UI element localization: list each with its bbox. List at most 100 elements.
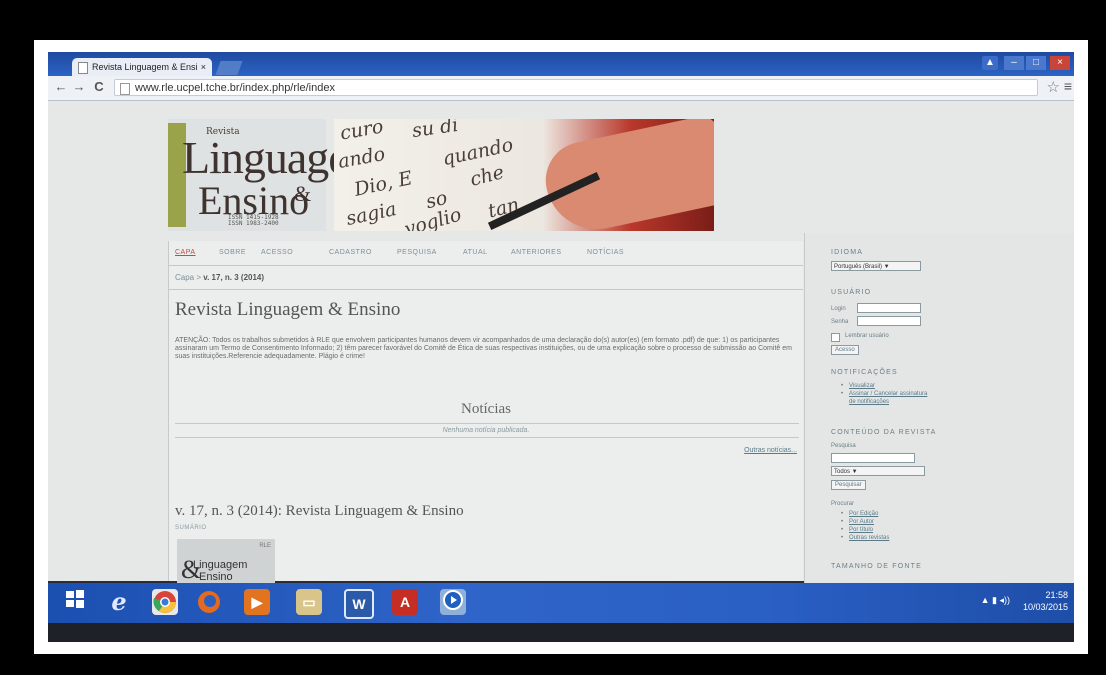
assinar-link-cont[interactable]: de notificações (849, 399, 889, 405)
banner-word: che (467, 161, 507, 191)
nav-acesso[interactable]: ACESSO (261, 249, 293, 256)
firefox-icon[interactable] (196, 589, 222, 615)
nav-atual[interactable]: ATUAL (463, 249, 488, 256)
divider (169, 289, 803, 290)
language-select[interactable]: Português (Brasil) ▼ (831, 261, 921, 271)
main-content: CAPA SOBRE ACESSO CADASTRO PESQUISA ATUA… (168, 241, 803, 584)
notice-text: ATENÇÃO: Todos os trabalhos submetidos à… (175, 337, 792, 360)
font-size-heading: TAMANHO DE FONTE (831, 563, 923, 570)
cover-subtitle: Ensino (199, 571, 233, 583)
reload-icon[interactable]: C (92, 79, 106, 94)
bullet: • (841, 391, 844, 397)
site-header: Revista Linguagem Ensino & ISSN 1415-192… (48, 101, 1074, 233)
hand-image (538, 119, 714, 231)
search-field[interactable] (831, 453, 915, 463)
senha-label: Senha (831, 319, 849, 325)
visualizar-link[interactable]: Visualizar (849, 383, 875, 389)
nav-capa[interactable]: CAPA (175, 249, 196, 256)
divider (175, 423, 799, 424)
conteudo-heading: CONTEÚDO DA REVISTA (831, 429, 937, 436)
close-window-button[interactable]: × (1050, 56, 1070, 70)
logo-ampersand: & (294, 181, 312, 206)
assinar-link[interactable]: Assinar / Cancelar assinatura (849, 391, 927, 397)
file-explorer-icon[interactable]: ▭ (296, 589, 322, 615)
search-scope-select[interactable]: Todos ▼ (831, 466, 925, 476)
word-icon[interactable]: W (344, 589, 374, 619)
news-empty-message: Nenhuma notícia publicada. (442, 427, 530, 434)
pesquisar-button[interactable]: Pesquisar (831, 480, 866, 490)
breadcrumb-separator: > (194, 273, 204, 282)
browser-titlebar: Revista Linguagem & Ensi × ▲ – □ × (48, 52, 1074, 76)
address-bar[interactable]: www.rle.ucpel.tche.br/index.php/rle/inde… (114, 79, 1038, 96)
pesquisa-label: Pesquisa (831, 443, 856, 449)
web-page: Revista Linguagem Ensino & ISSN 1415-192… (48, 101, 1074, 584)
clock-time: 21:58 (1045, 590, 1068, 600)
banner-word: quando (440, 133, 516, 171)
bullet: • (841, 535, 844, 541)
issue-title: v. 17, n. 3 (2014): Revista Linguagem & … (175, 503, 464, 519)
outras-revistas-link[interactable]: Outras revistas (849, 535, 889, 541)
remember-checkbox[interactable] (831, 333, 840, 342)
bookmark-star-icon[interactable]: ☆ (1047, 78, 1060, 96)
media-icon[interactable]: ▶ (244, 589, 270, 615)
por-autor-link[interactable]: Por Autor (849, 519, 874, 525)
internet-explorer-icon[interactable]: e (106, 589, 132, 615)
nav-anteriores[interactable]: ANTERIORES (511, 249, 562, 256)
maximize-button[interactable]: □ (1026, 56, 1046, 70)
nav-sobre[interactable]: SOBRE (219, 249, 246, 256)
breadcrumb-current[interactable]: v. 17, n. 3 (2014) (203, 273, 264, 282)
banner-word: su di (410, 119, 460, 143)
top-nav: CAPA SOBRE ACESSO CADASTRO PESQUISA ATUA… (169, 241, 803, 266)
windows-taskbar: e ▶ ▭ W A ▲ ▮ ◂)) 21:58 10/03/2015 (48, 583, 1074, 623)
taskbar-clock[interactable]: 21:58 10/03/2015 (1023, 589, 1068, 613)
banner-word: curo (338, 119, 385, 145)
bullet: • (841, 527, 844, 533)
more-news-link[interactable]: Outras notícias... (744, 447, 797, 454)
clock-date: 10/03/2015 (1022, 602, 1068, 612)
usuario-heading: USUÁRIO (831, 289, 872, 296)
password-field[interactable] (857, 316, 921, 326)
acrobat-icon[interactable]: A (392, 589, 418, 615)
close-tab-icon[interactable]: × (201, 58, 206, 76)
breadcrumb-home[interactable]: Capa (175, 273, 194, 282)
windows-logo-icon[interactable] (62, 589, 88, 615)
minimize-button[interactable]: – (1004, 56, 1024, 70)
nav-noticias[interactable]: NOTÍCIAS (587, 249, 624, 256)
news-heading: Notícias (461, 401, 511, 417)
browser-tab[interactable]: Revista Linguagem & Ensi × (72, 58, 212, 76)
chrome-icon[interactable] (152, 589, 178, 615)
page-icon (78, 62, 88, 74)
media-player-icon[interactable] (440, 589, 466, 615)
remember-label: Lembrar usuário (845, 333, 889, 339)
browser-toolbar: ← → C www.rle.ucpel.tche.br/index.php/rl… (48, 76, 1074, 101)
back-arrow-icon[interactable]: ← (54, 79, 68, 94)
idioma-heading: IDIOMA (831, 249, 864, 256)
acesso-button[interactable]: Acesso (831, 345, 859, 355)
sumario-label: SUMÁRIO (175, 525, 207, 531)
banner-word: sagia (344, 197, 399, 231)
new-tab-button[interactable] (215, 61, 243, 75)
issn-online: ISSN 1983-2400 (228, 220, 279, 227)
page-title: Revista Linguagem & Ensino (175, 299, 401, 320)
url-text: www.rle.ucpel.tche.br/index.php/rle/inde… (135, 82, 335, 94)
banner-word: ando (336, 143, 387, 173)
login-field[interactable] (857, 303, 921, 313)
menu-icon[interactable]: ≡ (1064, 78, 1072, 94)
issue-cover-image[interactable]: & Linguagem Ensino RLE (177, 539, 275, 584)
forward-arrow-icon[interactable]: → (72, 79, 86, 94)
nav-pesquisa[interactable]: PESQUISA (397, 249, 437, 256)
page-icon (120, 83, 130, 95)
header-banner-image: curo su di ando quando che Dio, E sagia … (334, 119, 714, 231)
journal-logo[interactable]: Revista Linguagem Ensino & ISSN 1415-192… (168, 119, 383, 231)
logo-issn: ISSN 1415-1928 ISSN 1983-2400 (228, 215, 279, 227)
user-icon[interactable]: ▲ (982, 56, 998, 70)
bullet: • (841, 519, 844, 525)
tab-title: Revista Linguagem & Ensi (92, 62, 198, 72)
por-titulo-link[interactable]: Por título (849, 527, 873, 533)
divider (175, 437, 799, 438)
system-tray[interactable]: ▲ ▮ ◂)) (981, 595, 1010, 606)
por-edicao-link[interactable]: Por Edição (849, 511, 878, 517)
right-sidebar: IDIOMA Português (Brasil) ▼ USUÁRIO Logi… (804, 233, 1074, 583)
nav-cadastro[interactable]: CADASTRO (329, 249, 372, 256)
monitor-bezel (48, 623, 1074, 642)
